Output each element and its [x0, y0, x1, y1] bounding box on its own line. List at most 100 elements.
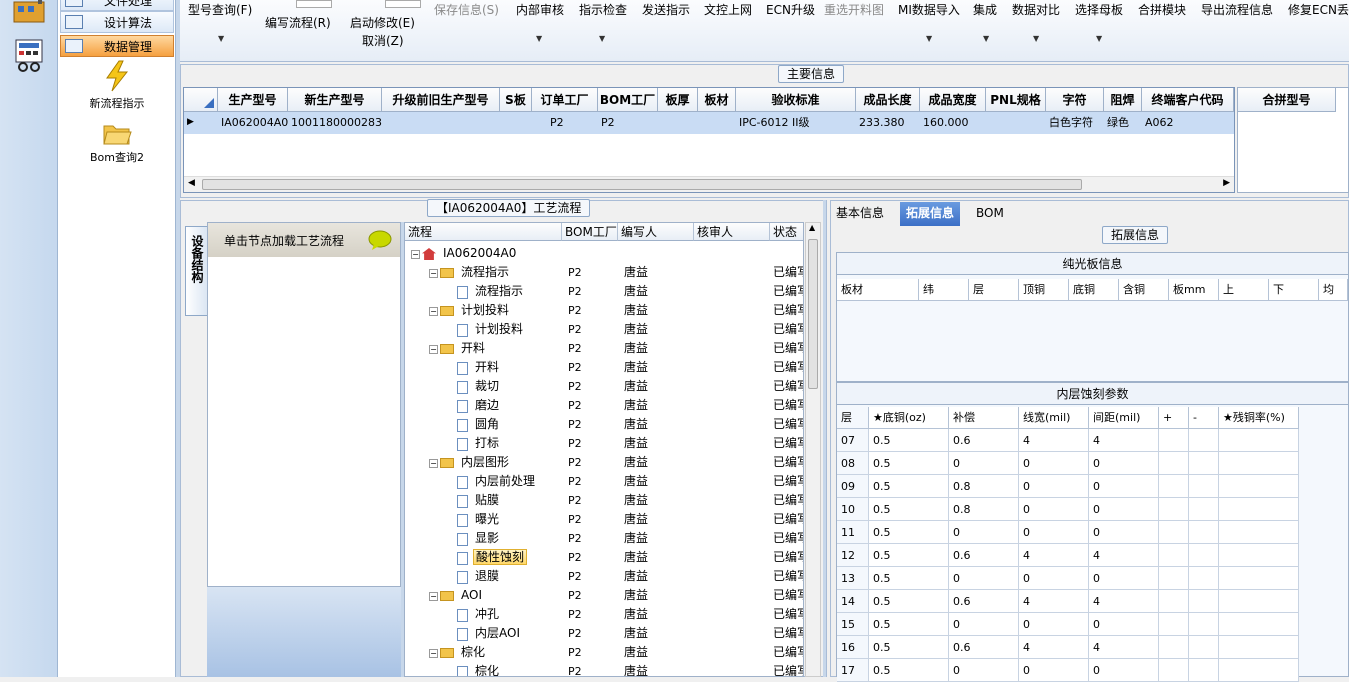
etch-cell[interactable]	[1189, 636, 1219, 659]
col-header[interactable]: 核审人	[694, 223, 770, 241]
col-header[interactable]: 新生产型号	[288, 88, 382, 112]
etch-cell[interactable]: 0	[1089, 452, 1159, 475]
collapse-toggle-icon[interactable]: −	[411, 249, 420, 259]
tree-row[interactable]: − 内层图形 P2 唐益 已编写	[405, 453, 803, 472]
col-header[interactable]: 合拼型号	[1238, 88, 1336, 112]
chevron-down-icon[interactable]: ▼	[536, 34, 542, 43]
col-header[interactable]: BOM工厂	[562, 223, 618, 241]
etch-cell[interactable]	[1219, 429, 1299, 452]
new-process-tool[interactable]: 新流程指示	[80, 60, 154, 111]
etch-cell[interactable]	[1189, 498, 1219, 521]
etch-cell[interactable]: 0.6	[949, 544, 1019, 567]
etch-cell[interactable]: 07	[837, 429, 869, 452]
cell-bom-factory[interactable]: P2	[598, 112, 658, 133]
etch-cell[interactable]: 0	[1089, 659, 1159, 682]
etch-cell[interactable]: 0	[1019, 521, 1089, 544]
doc-control-online-button[interactable]: 文控上网	[704, 1, 752, 18]
cell-s-board[interactable]	[500, 112, 532, 133]
etch-cell[interactable]	[1189, 452, 1219, 475]
tab-extended-info[interactable]: 拓展信息	[900, 202, 961, 226]
ecn-upgrade-button[interactable]: ECN升级	[766, 1, 815, 18]
tree-row[interactable]: 曝光 P2 唐益 已编写	[405, 510, 803, 529]
etch-cell[interactable]: 10	[837, 498, 869, 521]
etch-cell[interactable]	[1219, 659, 1299, 682]
col-header[interactable]: 层	[969, 279, 1019, 301]
cell-standard[interactable]: IPC-6012 II级	[736, 112, 856, 133]
export-process-info-button[interactable]: 导出流程信息	[1201, 1, 1273, 18]
etch-cell[interactable]: 16	[837, 636, 869, 659]
etch-cell[interactable]	[1219, 613, 1299, 636]
etch-cell[interactable]	[1159, 521, 1189, 544]
col-header[interactable]: 成品宽度	[920, 88, 986, 112]
etch-cell[interactable]: 4	[1089, 636, 1159, 659]
cell-soldermask[interactable]: 绿色	[1104, 112, 1142, 133]
etch-cell[interactable]: 0	[1019, 567, 1089, 590]
col-header[interactable]: +	[1159, 407, 1189, 429]
etch-cell[interactable]: 0.5	[869, 567, 949, 590]
tree-row[interactable]: 磨边 P2 唐益 已编写	[405, 396, 803, 415]
etch-cell[interactable]	[1159, 636, 1189, 659]
etch-cell[interactable]	[1159, 590, 1189, 613]
etch-cell[interactable]: 12	[837, 544, 869, 567]
col-header[interactable]: 升级前旧生产型号	[382, 88, 500, 112]
etch-cell[interactable]	[1159, 613, 1189, 636]
col-header[interactable]: 顶铜	[1019, 279, 1069, 301]
etch-cell[interactable]: 0.6	[949, 590, 1019, 613]
cell-pnl[interactable]	[986, 112, 1046, 133]
col-header[interactable]: 含铜	[1119, 279, 1169, 301]
scroll-thumb[interactable]	[808, 239, 818, 389]
chevron-down-icon[interactable]: ▼	[218, 34, 224, 43]
tree-row[interactable]: 裁切 P2 唐益 已编写	[405, 377, 803, 396]
tab-bom[interactable]: BOM	[970, 202, 1010, 226]
arrow-left-icon[interactable]: ◀	[188, 178, 195, 188]
etch-cell[interactable]: 0	[1089, 613, 1159, 636]
tree-row[interactable]: 计划投料 P2 唐益 已编写	[405, 320, 803, 339]
cell-silkscreen[interactable]: 白色字符	[1046, 112, 1104, 133]
tree-row[interactable]: 显影 P2 唐益 已编写	[405, 529, 803, 548]
etch-cell[interactable]: 0.5	[869, 521, 949, 544]
etch-cell[interactable]	[1189, 613, 1219, 636]
etch-cell[interactable]: 4	[1019, 590, 1089, 613]
col-header[interactable]: 生产型号	[218, 88, 288, 112]
collapse-toggle-icon[interactable]: −	[429, 648, 438, 658]
mi-data-import-button[interactable]: MI数据导入	[898, 1, 960, 18]
etch-cell[interactable]: 0	[1089, 521, 1159, 544]
etch-cell[interactable]	[1159, 567, 1189, 590]
etch-cell[interactable]: 11	[837, 521, 869, 544]
tree-row[interactable]: − 计划投料 P2 唐益 已编写	[405, 301, 803, 320]
col-header[interactable]: ★残铜率(%)	[1219, 407, 1299, 429]
cell-order-factory[interactable]: P2	[532, 112, 598, 133]
tree-row[interactable]: 酸性蚀刻 P2 唐益 已编写	[405, 548, 803, 567]
etch-cell[interactable]: 0.5	[869, 452, 949, 475]
etch-cell[interactable]: 0.5	[869, 590, 949, 613]
tree-row[interactable]: 打标 P2 唐益 已编写	[405, 434, 803, 453]
tree-row[interactable]: 冲孔 P2 唐益 已编写	[405, 605, 803, 624]
col-header[interactable]: 底铜	[1069, 279, 1119, 301]
etch-cell[interactable]: 0	[949, 452, 1019, 475]
col-header[interactable]: 流程	[405, 223, 562, 241]
node-hint[interactable]: 单击节点加载工艺流程	[208, 223, 400, 257]
etch-cell[interactable]	[1189, 521, 1219, 544]
etch-cell[interactable]	[1159, 498, 1189, 521]
arrow-up-icon[interactable]: ▲	[809, 223, 815, 232]
etch-cell[interactable]: 4	[1089, 590, 1159, 613]
panel-splitter[interactable]	[823, 200, 826, 677]
col-header[interactable]: 上	[1219, 279, 1269, 301]
merge-module-button[interactable]: 合拼模块	[1138, 1, 1186, 18]
model-query-button[interactable]: 型号查询(F)	[188, 1, 252, 18]
col-header[interactable]: 纬	[919, 279, 969, 301]
scroll-thumb[interactable]	[202, 179, 1082, 190]
toolbar-field[interactable]	[385, 0, 421, 8]
etch-cell[interactable]	[1219, 544, 1299, 567]
etch-cell[interactable]: 0.6	[949, 636, 1019, 659]
tree-row[interactable]: − 棕化 P2 唐益 已编写	[405, 643, 803, 662]
etch-cell[interactable]: 0.5	[869, 659, 949, 682]
write-process-button[interactable]: 编写流程(R)	[265, 14, 331, 31]
chevron-down-icon[interactable]: ▼	[926, 34, 932, 43]
etch-cell[interactable]: 14	[837, 590, 869, 613]
cell-length[interactable]: 233.380	[856, 112, 920, 133]
tree-row[interactable]: − AOI P2 唐益 已编写	[405, 586, 803, 605]
collapse-toggle-icon[interactable]: −	[429, 458, 438, 468]
nav-item-data-management[interactable]: 数据管理	[60, 35, 174, 57]
cell-new-model[interactable]: 10011800002836	[288, 112, 382, 133]
